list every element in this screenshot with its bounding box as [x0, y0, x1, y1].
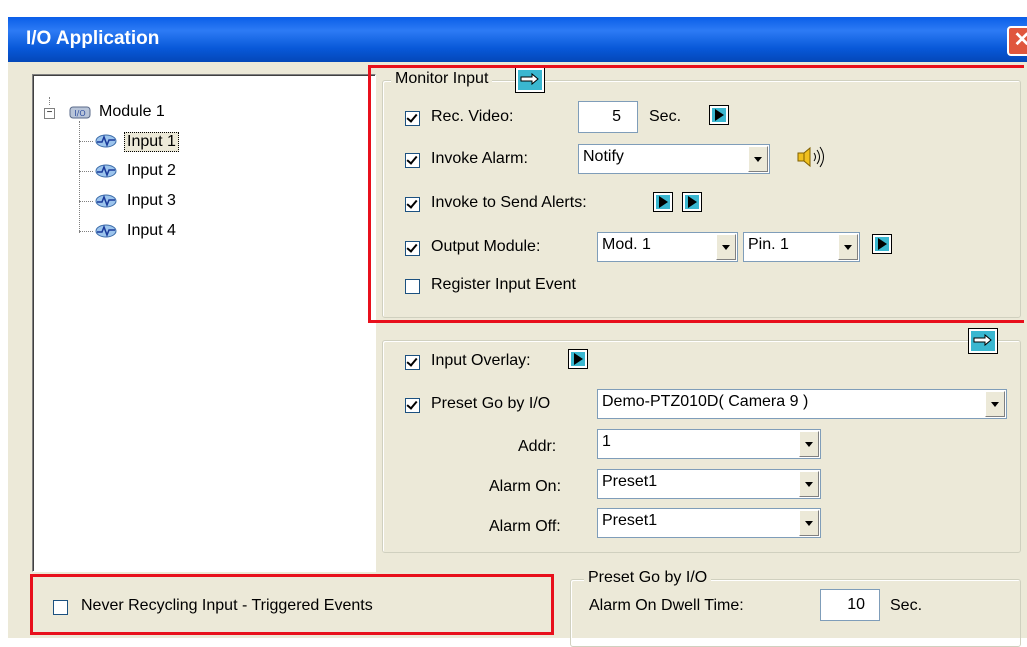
- highlight-never-recycling: [30, 574, 554, 635]
- chevron-down-icon[interactable]: [985, 391, 1005, 417]
- chevron-down-icon[interactable]: [799, 431, 819, 457]
- window-title: I/O Application: [26, 28, 160, 49]
- chevron-down-icon[interactable]: [799, 510, 819, 536]
- addr-select[interactable]: 1: [597, 429, 821, 459]
- input-signal-icon: [95, 194, 117, 208]
- tree-item-module[interactable]: Module 1: [99, 103, 165, 121]
- input-overlay-checkbox[interactable]: [405, 355, 420, 370]
- svg-text:I/O: I/O: [74, 109, 85, 118]
- alarm-on-select[interactable]: Preset1: [597, 469, 821, 499]
- input-signal-icon: [95, 134, 117, 148]
- dwell-label: Alarm On Dwell Time:: [589, 597, 744, 614]
- tree-line: [79, 231, 93, 232]
- tree-item-input-3[interactable]: Input 3: [127, 192, 176, 210]
- input-signal-icon: [95, 224, 117, 238]
- title-bar: I/O Application ✕: [8, 17, 1027, 62]
- tree-line: [49, 97, 50, 105]
- close-button[interactable]: ✕: [1007, 26, 1027, 56]
- preset-go-label: Preset Go by I/O: [431, 395, 551, 412]
- play-arrow-icon[interactable]: [568, 349, 588, 369]
- tree-line: [79, 171, 93, 172]
- camera-select[interactable]: Demo-PTZ010D( Camera 9 ): [597, 389, 1007, 419]
- tree-item-input-2[interactable]: Input 2: [127, 162, 176, 180]
- alarm-off-value: Preset1: [602, 512, 658, 529]
- highlight-monitor-input: [368, 65, 1024, 323]
- input-overlay-label: Input Overlay:: [431, 352, 531, 369]
- pointing-hand-icon[interactable]: [968, 328, 998, 354]
- dwell-unit: Sec.: [890, 597, 923, 614]
- dwell-value: 10: [847, 596, 865, 613]
- preset-go-checkbox[interactable]: [405, 398, 420, 413]
- chevron-down-icon[interactable]: [799, 471, 819, 497]
- input-signal-icon: [95, 164, 117, 178]
- alarm-off-select[interactable]: Preset1: [597, 508, 821, 538]
- module-icon: I/O: [69, 106, 91, 119]
- addr-value: 1: [602, 433, 611, 450]
- camera-value: Demo-PTZ010D( Camera 9 ): [602, 393, 809, 410]
- module-tree[interactable]: − I/O Module 1 Input 1 Input 2 Input 3 I…: [32, 74, 376, 572]
- dwell-seconds-input[interactable]: 10: [820, 589, 880, 621]
- tree-line: [79, 141, 93, 142]
- dwell-legend: Preset Go by I/O: [584, 569, 712, 587]
- addr-label: Addr:: [518, 438, 557, 455]
- collapse-toggle[interactable]: −: [44, 108, 55, 119]
- tree-item-input-1[interactable]: Input 1: [124, 132, 179, 152]
- alarm-on-value: Preset1: [602, 473, 658, 490]
- tree-line: [79, 201, 93, 202]
- alarm-on-label: Alarm On:: [489, 478, 562, 495]
- alarm-off-label: Alarm Off:: [489, 518, 561, 535]
- tree-line: [79, 121, 80, 233]
- tree-item-input-4[interactable]: Input 4: [127, 222, 176, 240]
